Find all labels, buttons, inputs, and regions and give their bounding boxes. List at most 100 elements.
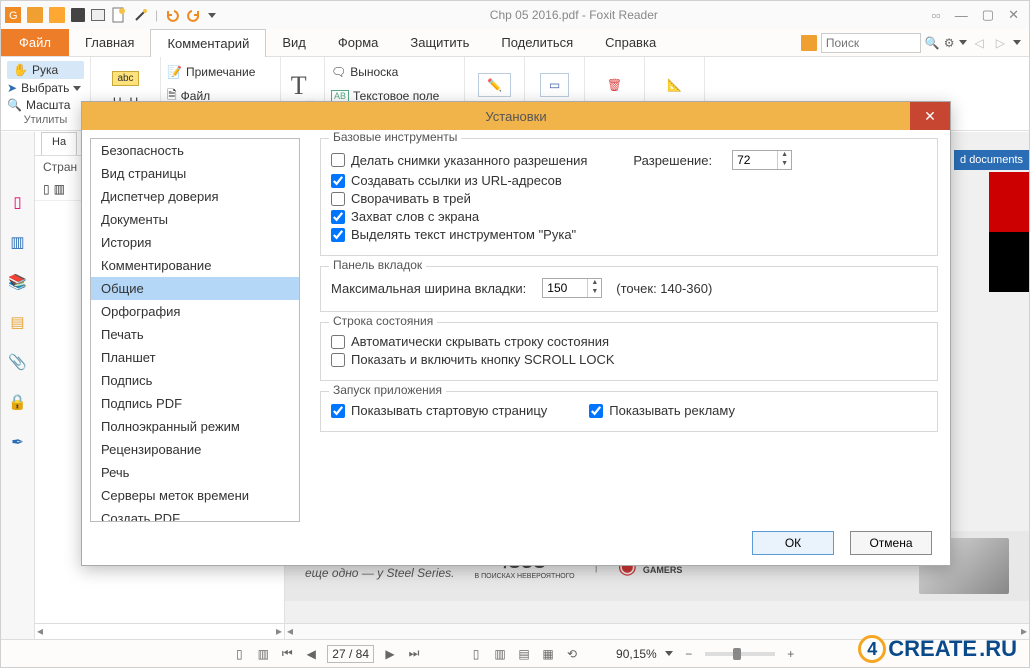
resolution-input[interactable]: [733, 153, 777, 167]
menu-view[interactable]: Вид: [266, 29, 322, 56]
chk-snapshot[interactable]: [331, 153, 345, 167]
undo-icon[interactable]: [164, 7, 180, 23]
last-page-icon[interactable]: ⏭: [406, 646, 422, 662]
stamp-tool[interactable]: 🗑: [599, 74, 630, 96]
category-item[interactable]: Подпись: [91, 369, 299, 392]
thumb-tab-start[interactable]: На: [41, 132, 77, 155]
menu-home[interactable]: Главная: [69, 29, 150, 56]
ok-button[interactable]: ОК: [752, 531, 834, 555]
folder-search-icon[interactable]: [801, 35, 817, 51]
category-list[interactable]: БезопасностьВид страницыДиспетчер довери…: [90, 138, 300, 522]
open-icon[interactable]: [27, 7, 43, 23]
search-input[interactable]: [821, 33, 921, 53]
attachments-icon[interactable]: 📎: [8, 352, 28, 372]
hand-tool[interactable]: ✋ Рука: [7, 61, 84, 79]
doc-scroll-right-icon[interactable]: ▸: [1021, 624, 1027, 639]
resolution-spinner[interactable]: ▲▼: [732, 150, 792, 170]
zoom-more-icon[interactable]: [665, 651, 673, 656]
res-up-icon[interactable]: ▲: [777, 151, 791, 160]
cancel-button[interactable]: Отмена: [850, 531, 932, 555]
note-tool[interactable]: 📝 Примечание: [167, 61, 274, 83]
pages-icon[interactable]: ▥: [8, 232, 28, 252]
callout-tool[interactable]: 🗨 Выноска: [331, 61, 458, 83]
typewriter-tool[interactable]: T▁: [291, 71, 315, 103]
sign-icon[interactable]: ✒: [8, 432, 28, 452]
category-item[interactable]: Рецензирование: [91, 438, 299, 461]
nav-more-icon[interactable]: [1013, 40, 1021, 45]
zoom-in-icon[interactable]: +: [783, 646, 799, 662]
nav-prev-icon[interactable]: ◁: [971, 36, 988, 50]
thumb-view1-icon[interactable]: ▯: [43, 182, 50, 196]
category-item[interactable]: Подпись PDF: [91, 392, 299, 415]
close-button[interactable]: ✕: [1008, 7, 1019, 23]
category-item[interactable]: Создать PDF: [91, 507, 299, 522]
res-down-icon[interactable]: ▼: [777, 160, 791, 169]
category-item[interactable]: Комментирование: [91, 254, 299, 277]
tw-up-icon[interactable]: ▲: [587, 279, 601, 288]
layout3-icon[interactable]: ▤: [516, 646, 532, 662]
qat-more-icon[interactable]: [208, 13, 216, 18]
layout2-icon[interactable]: ▥: [492, 646, 508, 662]
thumb-scroll-right-icon[interactable]: ▸: [276, 624, 282, 639]
minimize-button[interactable]: —: [955, 8, 968, 23]
category-item[interactable]: Серверы меток времени: [91, 484, 299, 507]
tabwidth-spinner[interactable]: ▲▼: [542, 278, 602, 298]
maximize-button[interactable]: ▢: [982, 7, 994, 23]
page-indicator[interactable]: 27 / 84: [327, 645, 374, 663]
menu-help[interactable]: Справка: [589, 29, 672, 56]
dialog-close-button[interactable]: ✕: [910, 102, 950, 130]
select-more-icon[interactable]: [73, 86, 81, 91]
select-tool[interactable]: ➤ Выбрать: [7, 81, 84, 96]
view-single-icon[interactable]: ▯: [231, 646, 247, 662]
bookmarks-icon[interactable]: ▯: [8, 192, 28, 212]
shape-tool[interactable]: ▭: [540, 73, 569, 97]
category-item[interactable]: Планшет: [91, 346, 299, 369]
zoom-slider[interactable]: [705, 652, 775, 656]
prev-page-icon[interactable]: ◀: [303, 646, 319, 662]
measure-tool[interactable]: 📐: [659, 74, 690, 96]
comments-icon[interactable]: ▤: [8, 312, 28, 332]
wizard-icon[interactable]: [133, 7, 149, 23]
layout1-icon[interactable]: ▯: [468, 646, 484, 662]
chk-hand-select[interactable]: [331, 228, 345, 242]
first-page-icon[interactable]: ⏮: [279, 646, 295, 662]
rotate-icon[interactable]: ⟲: [564, 646, 580, 662]
tw-down-icon[interactable]: ▼: [587, 288, 601, 297]
category-item[interactable]: Печать: [91, 323, 299, 346]
menu-file[interactable]: Файл: [1, 29, 69, 56]
layers-icon[interactable]: 📚: [8, 272, 28, 292]
redo-icon[interactable]: [186, 7, 202, 23]
chk-capture[interactable]: [331, 210, 345, 224]
menu-protect[interactable]: Защитить: [394, 29, 485, 56]
chk-ads[interactable]: [589, 404, 603, 418]
gear-more-icon[interactable]: [959, 40, 967, 45]
zoom-tool[interactable]: 🔍 Масшта: [7, 98, 84, 113]
save-icon[interactable]: [71, 8, 85, 22]
next-page-icon[interactable]: ▶: [382, 646, 398, 662]
chk-startpage[interactable]: [331, 404, 345, 418]
open-alt-icon[interactable]: [49, 7, 65, 23]
category-item[interactable]: Орфография: [91, 300, 299, 323]
category-item[interactable]: Полноэкранный режим: [91, 415, 299, 438]
chk-scrolllock[interactable]: [331, 353, 345, 367]
gear-icon[interactable]: ⚙: [944, 36, 955, 50]
zoom-out-icon[interactable]: −: [681, 646, 697, 662]
menu-form[interactable]: Форма: [322, 29, 395, 56]
chk-tray[interactable]: [331, 192, 345, 206]
category-item[interactable]: Диспетчер доверия: [91, 185, 299, 208]
chk-urls[interactable]: [331, 174, 345, 188]
highlight-tool[interactable]: abc: [112, 67, 138, 89]
ribbon-minimize-icon[interactable]: ▫▫: [932, 8, 941, 23]
category-item[interactable]: Документы: [91, 208, 299, 231]
category-item[interactable]: Вид страницы: [91, 162, 299, 185]
nav-next-icon[interactable]: ▷: [992, 36, 1009, 50]
print-icon[interactable]: [91, 9, 105, 21]
layout4-icon[interactable]: ▦: [540, 646, 556, 662]
category-item[interactable]: Безопасность: [91, 139, 299, 162]
security-icon[interactable]: 🔒: [8, 392, 28, 412]
category-item[interactable]: История: [91, 231, 299, 254]
view-cont-icon[interactable]: ▥: [255, 646, 271, 662]
chk-autohide[interactable]: [331, 335, 345, 349]
menu-comment[interactable]: Комментарий: [150, 29, 266, 57]
category-item[interactable]: Речь: [91, 461, 299, 484]
